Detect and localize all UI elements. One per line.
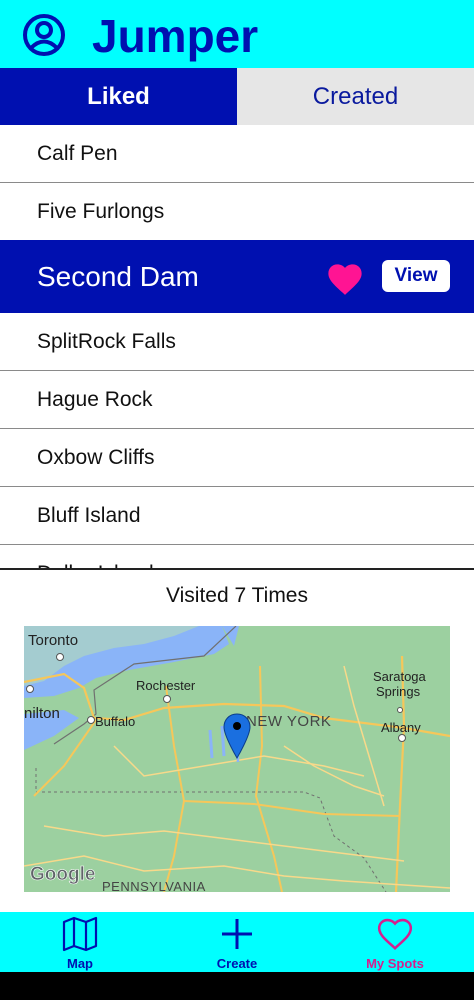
spot-name: Dollar Island — [37, 545, 154, 568]
list-item[interactable]: Dollar Island — [0, 545, 474, 568]
heart-icon[interactable] — [326, 261, 364, 297]
app-header: Jumper — [0, 0, 474, 68]
system-nav-bar — [0, 972, 474, 1000]
list-item[interactable]: Hague Rock — [0, 371, 474, 429]
map-label-springs: Springs — [376, 684, 421, 699]
tab-created[interactable]: Created — [237, 68, 474, 125]
spot-name: Bluff Island — [37, 504, 141, 527]
list-item[interactable]: Oxbow Cliffs — [0, 429, 474, 487]
nav-map-label: Map — [67, 956, 93, 971]
spot-name: Oxbow Cliffs — [37, 446, 155, 469]
spot-name: Hague Rock — [37, 388, 153, 411]
tab-bar: Liked Created — [0, 68, 474, 125]
account-icon[interactable] — [22, 13, 66, 57]
map-label-buffalo: Buffalo — [95, 714, 135, 729]
map-view[interactable]: Toronto Rochester Buffalo nilton Saratog… — [24, 626, 450, 892]
map-label-saratoga: Saratoga — [373, 669, 427, 684]
view-button[interactable]: View — [382, 260, 450, 292]
list-item-selected[interactable]: Second Dam View — [0, 240, 474, 313]
tab-liked[interactable]: Liked — [0, 68, 237, 125]
bottom-nav: Map Create My Spots — [0, 912, 474, 972]
map-label-new-york: NEW YORK — [246, 713, 331, 730]
heart-outline-icon — [377, 918, 413, 950]
spot-list[interactable]: Calf Pen Five Furlongs Second Dam View S… — [0, 125, 474, 570]
map-canvas: Toronto Rochester Buffalo nilton Saratog… — [24, 626, 450, 892]
list-item[interactable]: Five Furlongs — [0, 183, 474, 241]
visited-count: Visited 7 Times — [165, 584, 308, 607]
map-icon — [62, 916, 98, 952]
spot-name: Five Furlongs — [37, 200, 165, 223]
spot-name: Second Dam — [37, 261, 199, 292]
app-title: Jumper — [92, 10, 259, 62]
plus-icon — [222, 919, 252, 949]
map-label-pennsylvania: PENNSYLVANIA — [102, 879, 206, 892]
nav-my-spots-label: My Spots — [366, 956, 424, 971]
nav-create-label: Create — [216, 956, 258, 971]
map-label-toronto: Toronto — [28, 632, 78, 649]
list-item[interactable]: Calf Pen — [0, 125, 474, 183]
list-item[interactable]: SplitRock Falls — [0, 313, 474, 371]
map-label-hamilton: nilton — [24, 705, 60, 722]
nav-map[interactable]: Map — [40, 912, 120, 972]
map-label-rochester: Rochester — [136, 678, 196, 693]
list-item[interactable]: Bluff Island — [0, 487, 474, 545]
spot-name: Calf Pen — [37, 142, 118, 165]
google-logo: Google — [30, 864, 95, 885]
spot-name: SplitRock Falls — [37, 330, 176, 353]
map-label-albany: Albany — [381, 720, 421, 735]
nav-create[interactable]: Create — [197, 912, 277, 972]
nav-my-spots[interactable]: My Spots — [355, 912, 435, 972]
